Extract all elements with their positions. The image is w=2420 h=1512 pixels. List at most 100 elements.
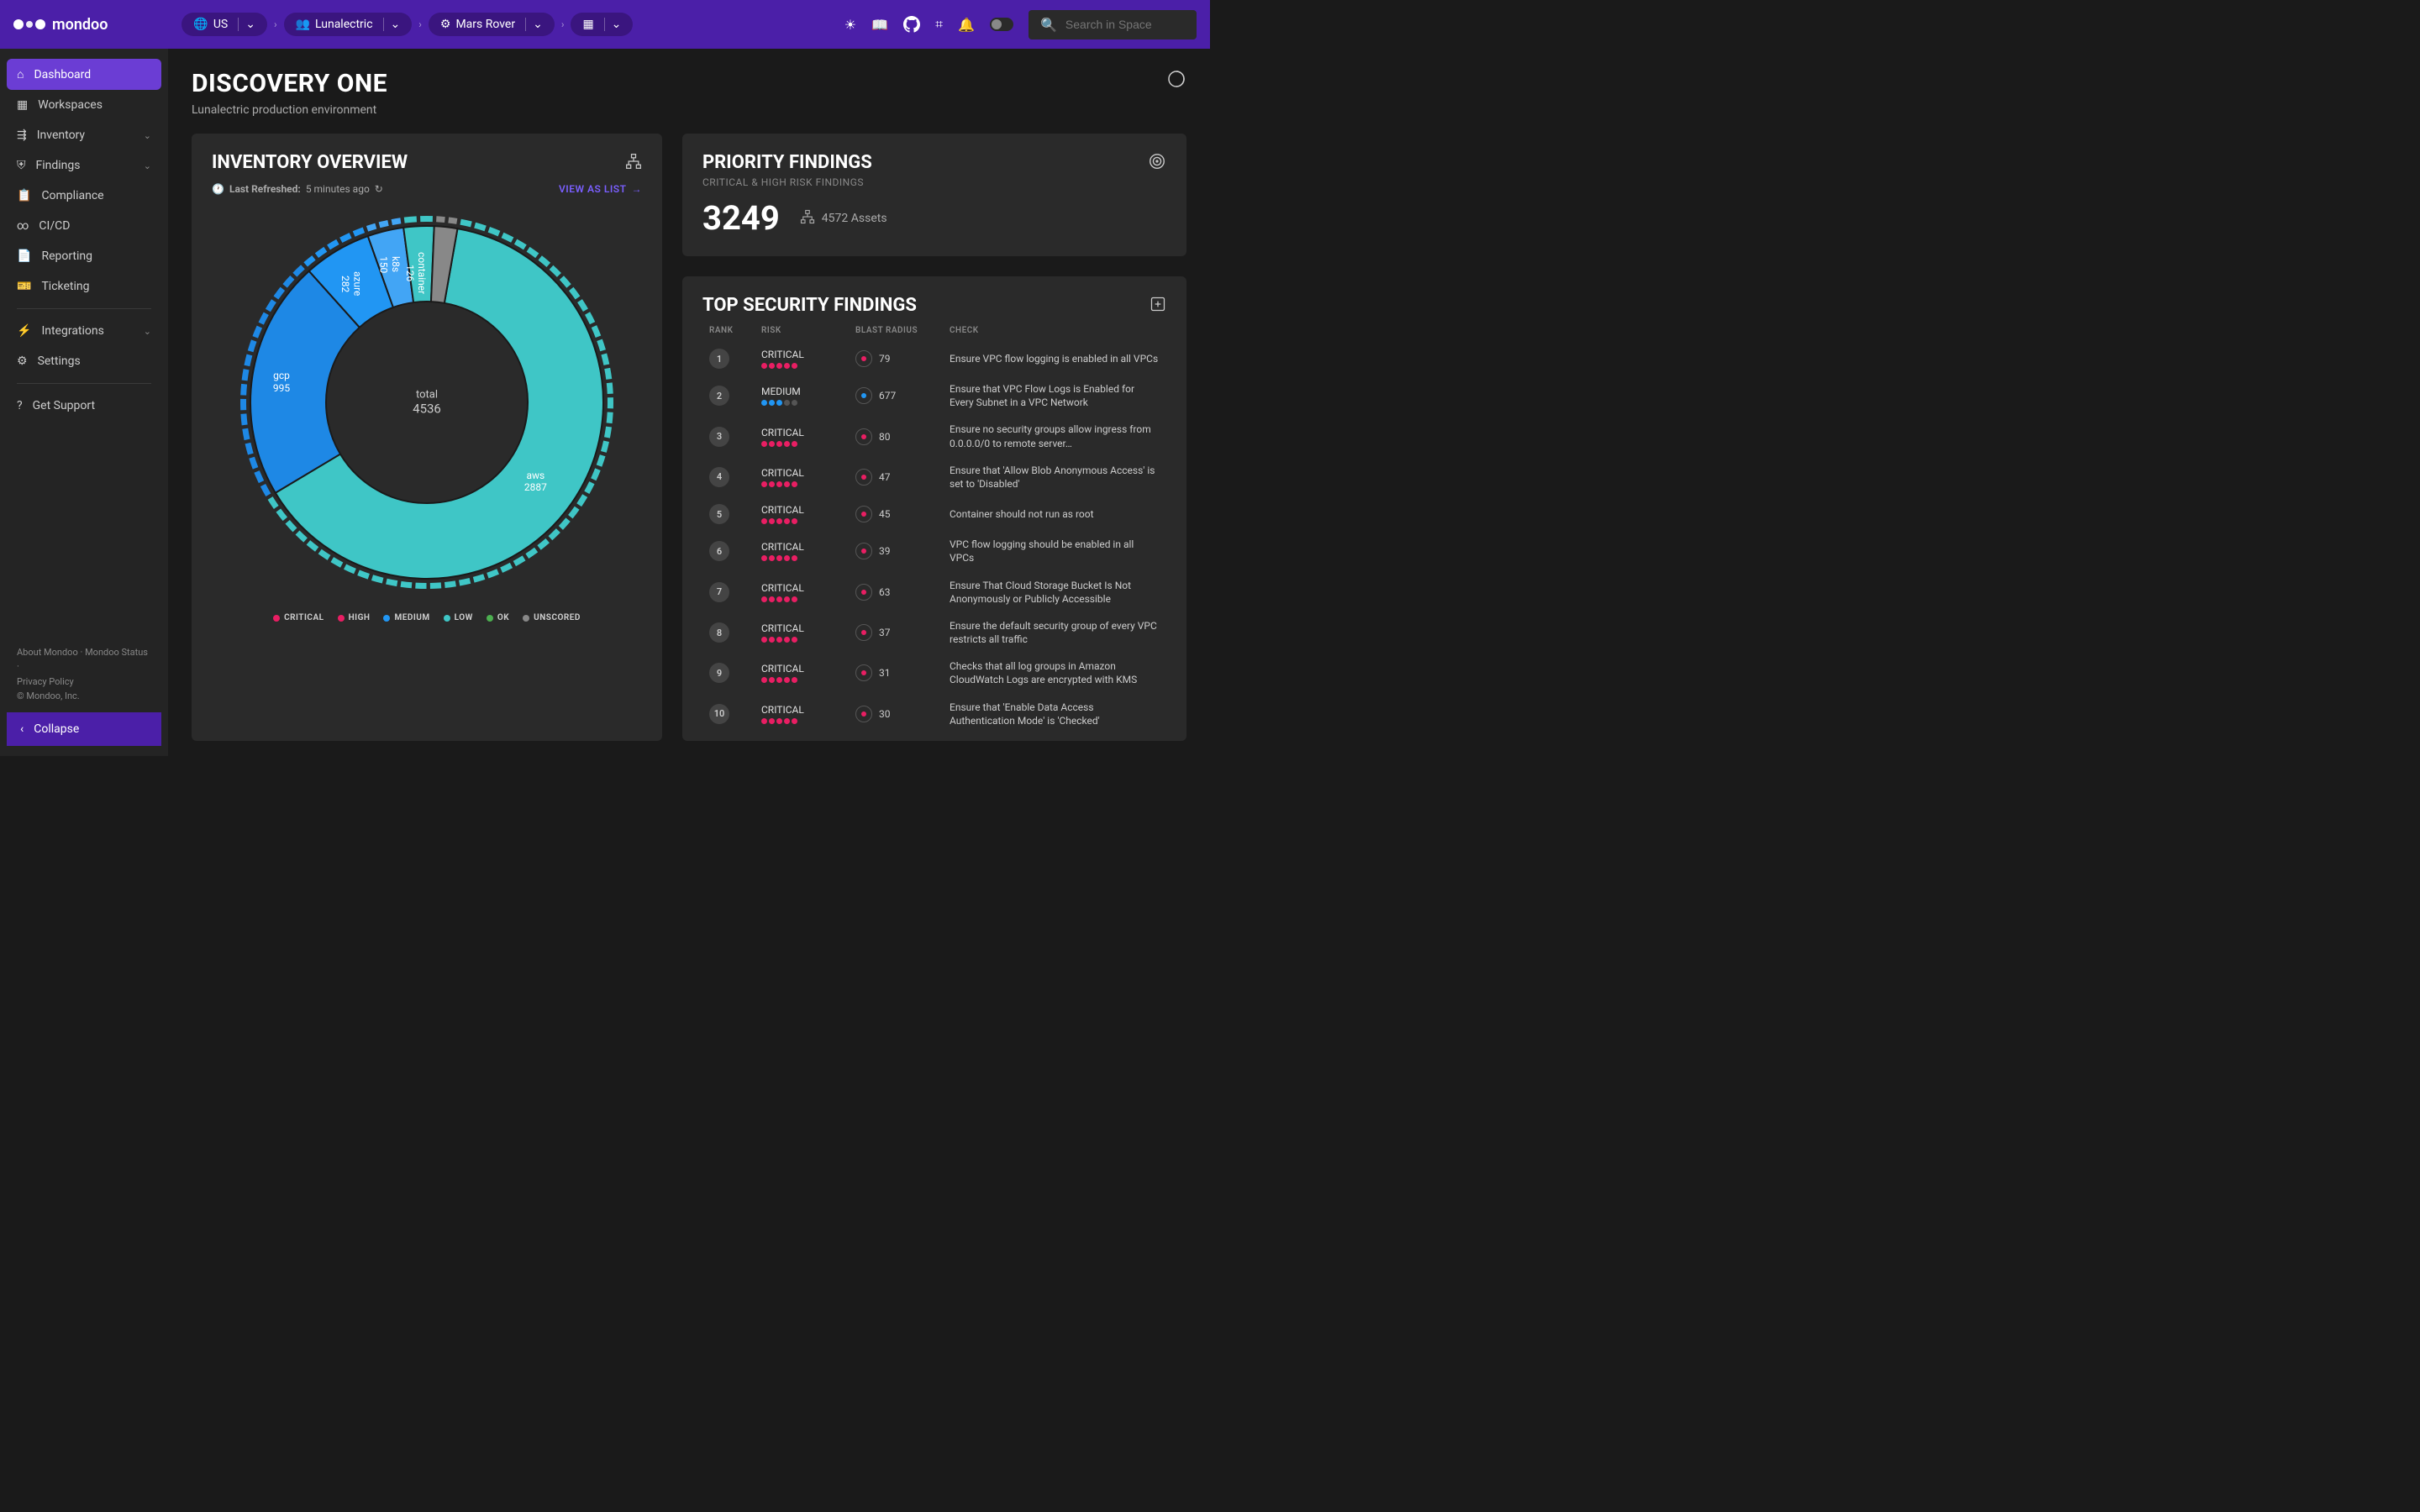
blast-icon	[855, 506, 872, 522]
view-list-label: VIEW AS LIST	[559, 183, 626, 195]
sitemap-icon[interactable]	[625, 153, 642, 173]
th-rank: RANK	[709, 326, 751, 335]
footer-privacy[interactable]: Privacy Policy	[17, 676, 74, 687]
blast-icon	[855, 664, 872, 681]
sidebar-item-findings[interactable]: ⛨ Findings ⌄	[7, 150, 161, 181]
footer-copyright: © Mondoo, Inc.	[17, 690, 80, 701]
bell-icon[interactable]: 🔔	[958, 17, 975, 33]
finding-row[interactable]: 6 CRITICAL 39 VPC flow logging should be…	[702, 531, 1166, 571]
sidebar-item-workspaces[interactable]: ▦ Workspaces	[7, 90, 161, 120]
inventory-card: INVENTORY OVERVIEW 🕐 Last Refreshed: 5 m…	[192, 134, 662, 741]
sidebar-item-ticketing[interactable]: 🎫 Ticketing	[7, 271, 161, 302]
legend-item-low[interactable]: LOW	[444, 613, 473, 622]
risk-cell: CRITICAL	[761, 582, 845, 602]
sidebar-item-label: CI/CD	[39, 219, 70, 233]
refreshed-label: Last Refreshed:	[229, 183, 301, 195]
arrow-right-icon: →	[632, 183, 643, 195]
sidebar-collapse[interactable]: ‹ Collapse	[7, 712, 161, 746]
legend-item-ok[interactable]: OK	[487, 613, 509, 622]
sidebar-item-dashboard[interactable]: ⌂ Dashboard	[7, 59, 161, 90]
rank-badge: 8	[709, 622, 729, 643]
search-box[interactable]: 🔍	[1028, 10, 1197, 39]
sidebar-item-integrations[interactable]: ⚡ Integrations ⌄	[7, 316, 161, 346]
breadcrumb-workspace[interactable]: ▦ ⌄	[571, 13, 633, 36]
risk-cell: CRITICAL	[761, 541, 845, 561]
sidebar-item-compliance[interactable]: 📋 Compliance	[7, 181, 161, 211]
sun-icon[interactable]: ☀	[844, 17, 856, 33]
sidebar-item-cicd[interactable]: ∞ CI/CD	[7, 211, 161, 241]
th-check: CHECK	[950, 326, 1160, 335]
sidebar-item-label: Workspaces	[38, 98, 103, 112]
segment-label-azure: azure282	[339, 271, 364, 296]
sitemap-icon	[800, 209, 815, 228]
finding-row[interactable]: 4 CRITICAL 47 Ensure that 'Allow Blob An…	[702, 457, 1166, 497]
footer-about[interactable]: About Mondoo	[17, 647, 78, 658]
breadcrumb-sep: ›	[561, 18, 565, 30]
breadcrumb-region[interactable]: 🌐 US ⌄	[182, 13, 267, 36]
search-icon: 🔍	[1040, 17, 1057, 33]
finding-row[interactable]: 9 CRITICAL 31 Checks that all log groups…	[702, 653, 1166, 693]
th-risk: RISK	[761, 326, 845, 335]
sidebar-footer: About Mondoo · Mondoo Status · Privacy P…	[7, 637, 161, 712]
legend-item-unscored[interactable]: UNSCORED	[523, 613, 581, 622]
finding-row[interactable]: 3 CRITICAL 80 Ensure no security groups …	[702, 416, 1166, 456]
breadcrumb-sep: ›	[274, 18, 277, 30]
check-text: Container should not run as root	[950, 507, 1160, 521]
blast-icon	[855, 350, 872, 367]
logo[interactable]: mondoo	[13, 16, 108, 34]
finding-row[interactable]: 7 CRITICAL 63 Ensure That Cloud Storage …	[702, 572, 1166, 612]
breadcrumb-org[interactable]: 👥 Lunalectric ⌄	[284, 13, 413, 36]
slack-icon[interactable]: ⌗	[935, 16, 943, 33]
rank-badge: 9	[709, 663, 729, 683]
sidebar-item-settings[interactable]: ⚙ Settings	[7, 346, 161, 376]
org-icon: 👥	[296, 18, 310, 31]
sidebar-item-reporting[interactable]: 📄 Reporting	[7, 241, 161, 271]
top-findings-card: TOP SECURITY FINDINGS RANK RISK BLAST RA…	[682, 276, 1186, 741]
check-text: VPC flow logging should be enabled in al…	[950, 538, 1160, 564]
target-icon[interactable]	[1148, 152, 1166, 174]
overview-icon[interactable]	[1166, 69, 1186, 92]
expand-icon[interactable]	[1150, 296, 1166, 316]
view-as-list-link[interactable]: VIEW AS LIST →	[559, 183, 642, 195]
inventory-donut[interactable]: total 4536 aws2887gcp995azure282k8s150co…	[229, 205, 624, 600]
blast-icon	[855, 428, 872, 445]
help-icon: ?	[17, 399, 23, 412]
refresh-icon[interactable]: ↻	[375, 183, 383, 195]
finding-row[interactable]: 10 CRITICAL 30 Ensure that 'Enable Data …	[702, 694, 1166, 734]
priority-card: PRIORITY FINDINGS CRITICAL & HIGH RISK F…	[682, 134, 1186, 256]
sidebar-item-inventory[interactable]: ⇶ Inventory ⌄	[7, 120, 161, 150]
rank-badge: 6	[709, 541, 729, 561]
finding-row[interactable]: 5 CRITICAL 45 Container should not run a…	[702, 497, 1166, 531]
finding-row[interactable]: 8 CRITICAL 37 Ensure the default securit…	[702, 612, 1166, 653]
footer-status[interactable]: Mondoo Status	[85, 647, 148, 658]
sidebar-item-support[interactable]: ? Get Support	[7, 391, 161, 421]
search-input[interactable]	[1065, 18, 1185, 31]
legend-item-high[interactable]: HIGH	[338, 613, 371, 622]
github-icon[interactable]	[903, 16, 920, 33]
risk-cell: CRITICAL	[761, 467, 845, 487]
rank-badge: 10	[709, 704, 729, 724]
legend-item-critical[interactable]: CRITICAL	[273, 613, 324, 622]
finding-row[interactable]: 2 MEDIUM 677 Ensure that VPC Flow Logs i…	[702, 375, 1166, 416]
docs-icon[interactable]: 📖	[871, 17, 888, 33]
blast-cell: 47	[855, 469, 939, 486]
priority-title: PRIORITY FINDINGS	[702, 152, 872, 173]
breadcrumb-project-label: Mars Rover	[455, 18, 515, 31]
page-title: DISCOVERY ONE	[192, 69, 387, 98]
check-text: Ensure the default security group of eve…	[950, 619, 1160, 646]
theme-toggle[interactable]	[990, 18, 1013, 31]
blast-icon	[855, 624, 872, 641]
check-text: Ensure that 'Enable Data Access Authenti…	[950, 701, 1160, 727]
blast-cell: 45	[855, 506, 939, 522]
blast-cell: 63	[855, 584, 939, 601]
finding-row[interactable]: 1 CRITICAL 79 Ensure VPC flow logging is…	[702, 342, 1166, 375]
chevron-down-icon: ⌄	[604, 18, 622, 31]
inventory-title: INVENTORY OVERVIEW	[212, 152, 408, 173]
sidebar: ⌂ Dashboard ▦ Workspaces ⇶ Inventory ⌄ ⛨…	[0, 49, 168, 756]
breadcrumb-project[interactable]: ⚙ Mars Rover ⌄	[429, 13, 555, 36]
breadcrumb-org-label: Lunalectric	[315, 18, 373, 31]
risk-cell: CRITICAL	[761, 622, 845, 643]
chart-legend: CRITICAL HIGH MEDIUM LOW OK UNSCORED	[212, 613, 642, 622]
legend-item-medium[interactable]: MEDIUM	[383, 613, 429, 622]
top-findings-title: TOP SECURITY FINDINGS	[702, 295, 917, 316]
